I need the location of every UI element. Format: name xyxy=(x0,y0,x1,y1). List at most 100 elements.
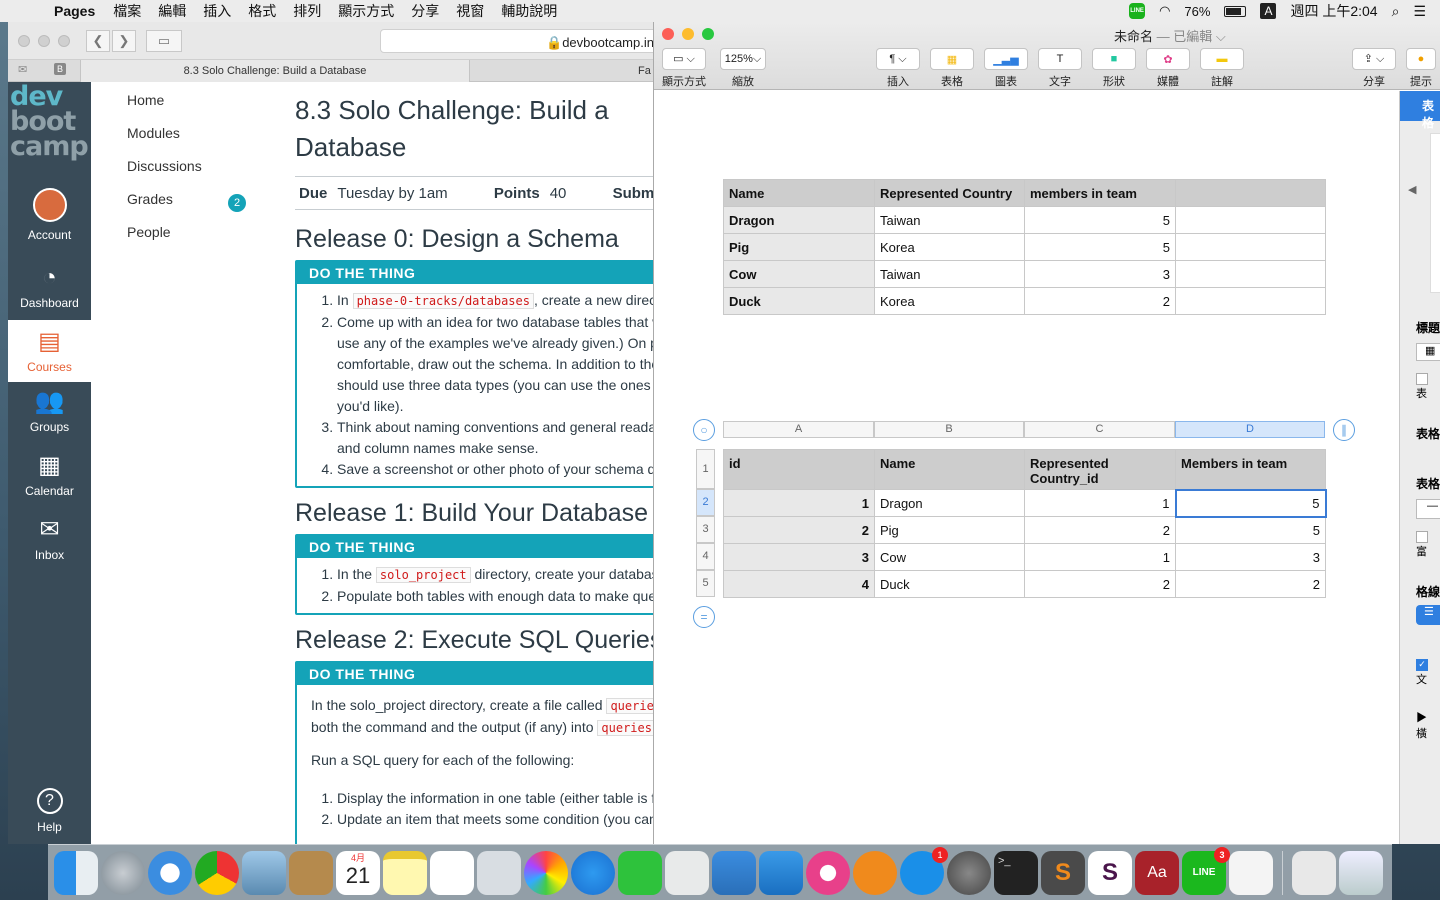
selected-cell[interactable]: 5 xyxy=(1174,488,1327,518)
table-cell[interactable]: Name xyxy=(723,179,875,207)
table-cell[interactable]: Represented Country xyxy=(874,179,1025,207)
table-cell[interactable]: Taiwan xyxy=(874,206,1025,234)
facetime-icon[interactable] xyxy=(618,850,662,895)
table-cell[interactable] xyxy=(1175,233,1326,261)
numbers-icon[interactable] xyxy=(712,850,756,895)
row-header[interactable]: 1 xyxy=(696,449,715,489)
header-rows-icon[interactable]: ▦ xyxy=(1416,343,1440,361)
table-cell[interactable]: Pig xyxy=(874,516,1025,544)
table-cell[interactable] xyxy=(1175,260,1326,288)
trash-icon[interactable] xyxy=(1339,850,1383,895)
table-cell[interactable]: Korea xyxy=(874,233,1025,261)
menu-arrange[interactable]: 排列 xyxy=(293,1,321,21)
line-status-icon[interactable]: LINE xyxy=(1129,3,1146,19)
nav-help[interactable]: ? Help xyxy=(8,788,91,834)
course-nav-grades[interactable]: Grades xyxy=(127,191,202,224)
table-cell[interactable]: 1 xyxy=(723,489,875,517)
zoom-window-button[interactable] xyxy=(702,28,714,40)
table-cell[interactable]: 4 xyxy=(723,570,875,598)
column-header-c[interactable]: C xyxy=(1024,421,1175,438)
row-header[interactable]: 4 xyxy=(696,543,715,570)
downloads-stack-icon[interactable] xyxy=(1292,850,1336,895)
close-window-button[interactable] xyxy=(18,35,30,47)
add-row-handle-icon[interactable]: = xyxy=(693,606,715,628)
safari-icon[interactable] xyxy=(148,850,192,895)
table-cell[interactable]: 5 xyxy=(1024,233,1176,261)
grid-button[interactable]: ☰ xyxy=(1416,605,1440,625)
reminders-icon[interactable] xyxy=(430,850,474,895)
table-cell[interactable]: 2 xyxy=(1024,570,1176,598)
course-nav-modules[interactable]: Modules xyxy=(127,125,202,158)
row-header[interactable]: 5 xyxy=(696,570,715,597)
table-cell[interactable]: 2 xyxy=(1024,516,1176,544)
table-cell[interactable]: 5 xyxy=(1024,206,1176,234)
disclosure-row[interactable]: ▶ 橫 xyxy=(1416,709,1440,741)
shape-button[interactable]: ■ 形狀 xyxy=(1092,48,1136,89)
table-cell[interactable]: 3 xyxy=(723,543,875,571)
nav-groups[interactable]: 👥 Groups xyxy=(8,388,91,434)
table-cell[interactable]: Name xyxy=(874,449,1025,490)
checkbox-2[interactable]: 富 xyxy=(1416,531,1440,559)
table-cell[interactable]: id xyxy=(723,449,875,490)
devbootcamp-logo[interactable]: dev boot camp xyxy=(8,83,91,160)
table-cell[interactable]: 2 xyxy=(1024,287,1176,315)
table-button[interactable]: ▦ 表格 xyxy=(930,48,974,89)
course-nav-people[interactable]: People xyxy=(127,224,202,257)
comment-button[interactable]: ▬ 註解 xyxy=(1200,48,1244,89)
minimize-window-button[interactable] xyxy=(38,35,50,47)
itunes-icon[interactable] xyxy=(806,850,850,895)
tips-button[interactable]: ● 提示 xyxy=(1406,48,1436,89)
row-header[interactable]: 3 xyxy=(696,516,715,543)
table-cell[interactable] xyxy=(1175,287,1326,315)
table-cell[interactable] xyxy=(1175,206,1326,234)
table-cell[interactable] xyxy=(1175,179,1326,207)
forward-button[interactable]: ❯ xyxy=(112,30,136,52)
checkbox-1[interactable]: 表 xyxy=(1416,373,1440,401)
terminal-icon[interactable]: >_ xyxy=(994,850,1038,895)
battery-icon[interactable] xyxy=(1224,5,1247,17)
table-cell[interactable]: 3 xyxy=(1024,260,1176,288)
table-cell[interactable]: Korea xyxy=(874,287,1025,315)
menu-window[interactable]: 視窗 xyxy=(456,1,484,21)
course-nav-discussions[interactable]: Discussions xyxy=(127,158,202,191)
calendar-icon[interactable]: 4月 21 xyxy=(336,850,380,895)
table-cell[interactable]: Represented Country_id xyxy=(1024,449,1176,490)
sidebar-toggle-icon[interactable]: ▭ xyxy=(146,30,182,52)
table-cell[interactable]: Dragon xyxy=(874,489,1025,517)
table-cell[interactable]: members in team xyxy=(1024,179,1176,207)
line-app-icon[interactable]: LINE 3 xyxy=(1182,846,1230,895)
table-cell[interactable]: Cow xyxy=(723,260,875,288)
inspector-tab-table[interactable]: 表格 xyxy=(1400,91,1440,130)
add-column-handle-icon[interactable]: ∥ xyxy=(1333,419,1355,441)
nav-account[interactable]: Account xyxy=(8,188,91,242)
messages-icon[interactable] xyxy=(571,850,615,895)
menu-file[interactable]: 檔案 xyxy=(113,1,141,21)
table-1[interactable]: Name Represented Country members in team… xyxy=(723,179,1326,315)
table-2[interactable]: id Name Represented Country_id Members i… xyxy=(723,449,1327,598)
clock[interactable]: 週四 上午2:04 xyxy=(1290,1,1377,21)
column-header-a[interactable]: A xyxy=(723,421,874,438)
document-canvas[interactable]: Name Represented Country members in team… xyxy=(654,91,1399,844)
image-capture-icon[interactable] xyxy=(477,850,521,895)
menu-edit[interactable]: 編輯 xyxy=(158,1,186,21)
nav-calendar[interactable]: ▦ Calendar xyxy=(8,452,91,498)
nav-courses[interactable]: ▤ Courses xyxy=(8,320,91,382)
table-cell[interactable]: 2 xyxy=(1175,570,1326,598)
notes-icon[interactable] xyxy=(383,850,427,895)
table-cell[interactable]: Dragon xyxy=(723,206,875,234)
nav-dashboard[interactable]: ◔ Dashboard xyxy=(8,264,91,310)
address-bar[interactable]: 🔒devbootcamp.in xyxy=(380,29,660,53)
text-button[interactable]: T 文字 xyxy=(1038,48,1082,89)
notification-center-icon[interactable]: ☰ xyxy=(1413,3,1426,20)
prev-styles-icon[interactable]: ◀ xyxy=(1408,183,1416,196)
table-cell[interactable]: 3 xyxy=(1175,543,1326,571)
table-cell[interactable]: Duck xyxy=(874,570,1025,598)
dictionary-icon[interactable]: Aa xyxy=(1135,850,1179,895)
menu-insert[interactable]: 插入 xyxy=(203,1,231,21)
ibooks-icon[interactable] xyxy=(853,850,897,895)
photos-icon[interactable] xyxy=(524,850,568,895)
table-cell[interactable]: Duck xyxy=(723,287,875,315)
document-title[interactable]: 未命名 — 已編輯 ⌵ xyxy=(1114,26,1226,45)
table-font-field[interactable]: — xyxy=(1416,499,1440,519)
bookmark-b-icon[interactable]: B xyxy=(54,63,67,75)
